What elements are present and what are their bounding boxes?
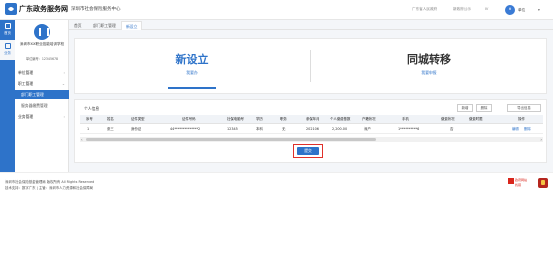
tab-new[interactable]: 新设立 [121,21,143,30]
cell-id-type: 身份证 [131,127,142,131]
cell-household: 深户 [364,127,371,131]
sidebar-item-label: 职工管理 [18,81,34,86]
sidebar-item-label: 服务器缴费管理 [21,103,48,108]
column-header: 学历 [256,117,263,121]
column-header: 证件号码 [182,117,196,121]
org-logo-icon [34,24,50,40]
sidebar-item-label: 部门职工管理 [21,92,44,97]
sidebar-item-label: 单位管理 [18,70,34,75]
home-icon [4,23,11,29]
scroll-right-icon[interactable]: › [540,137,542,142]
row-delete-link[interactable]: 删除 [524,125,531,134]
cell-phone: 1**********6 [398,127,420,131]
sidebar-item-dept-staff[interactable]: 部门职工管理 [15,90,69,99]
sidebar-item-staff[interactable]: 职工管理 ⌄ [15,79,69,88]
column-header: 参保年月 [306,117,320,121]
brand-title: 广东政务服务网 [19,5,68,13]
column-header: 手机 [402,117,409,121]
delete-button[interactable]: 删除 [476,104,492,112]
sidebar-item-label: 业务管理 [18,114,34,119]
option-transfer-subtitle[interactable]: 我要申报 [311,70,547,76]
chevron-right-icon: › [63,70,65,75]
option-transfer[interactable]: 同城转移 我要申报 [311,38,547,94]
option-new-title: 新设立 [175,53,209,66]
cell-si-number: 12345 [227,127,238,131]
horizontal-scrollbar[interactable]: ‹ › [80,137,543,142]
scroll-left-icon[interactable]: ‹ [81,137,83,142]
top-header: 广东政务服务网 深圳市社会保险服务中心 广东省人民政府 新政府公示 Ⅳ ⚬ 单位… [0,0,553,20]
cell-pay-status: 否 [450,127,454,131]
tab-dept-staff[interactable]: 部门职工管理 [89,21,120,30]
column-header: 缴费状况 [441,117,455,121]
export-button[interactable]: 导出信息 [507,104,541,112]
column-header: 证件类型 [131,117,145,121]
gov-site-badge[interactable]: 政府网站 找错 [508,178,528,190]
scroll-thumb[interactable] [86,138,376,141]
cell-name: 张三 [107,127,114,131]
chevron-down-icon[interactable]: ▾ [538,8,540,12]
column-header: 姓名 [107,117,114,121]
column-header: 操作 [518,117,525,121]
system-name: 深圳市社会保险服务中心 [71,7,121,12]
option-new[interactable]: 新设立 我要办 [74,38,310,94]
rail-item-business[interactable]: 业务 [0,40,15,60]
table-header: 序号 姓名 证件类型 证件号码 社保电脑号 学历 职务 参保年月 个人缴费基数 … [80,115,543,124]
top-link-gov[interactable]: 广东省人民政府 [412,7,437,12]
rail-label: 业务 [4,51,11,55]
org-id: 单位编号：12345678 [25,57,59,61]
column-header: 序号 [86,117,93,121]
sidebar-item-business[interactable]: 业务管理 › [15,112,69,121]
column-header: 职务 [280,117,287,121]
top-link-notice[interactable]: 新政府公示 [453,7,471,12]
cell-position: 无 [282,127,286,131]
cell-id-number: 44**************2 [170,127,201,131]
chevron-right-icon: › [63,114,65,119]
cell-month: 202106 [306,127,319,131]
police-badge-icon[interactable] [538,178,548,188]
column-header: 户籍状况 [362,117,376,121]
column-header: 社保电脑号 [227,117,244,121]
chevron-down-icon: ⌄ [61,81,65,86]
row-edit-link[interactable]: 编辑 [512,125,519,134]
add-button[interactable]: 新增 [457,104,473,112]
column-header: 缴费时限 [469,117,483,121]
footer-copyright: 深圳市社会保险基金管理局 版权所有 All Rights Reserved [5,180,95,184]
footer: 深圳市社会保险基金管理局 版权所有 All Rights Reserved 技术… [0,172,553,198]
gov-badge-line1: 政府网站 [515,178,528,182]
list-icon [4,43,11,49]
column-header: 个人缴费基数 [330,117,351,121]
option-new-subtitle[interactable]: 我要办 [74,70,310,76]
gov-badge-line2: 找错 [515,183,522,187]
rail-item-home[interactable]: 首页 [0,20,15,40]
tab-home[interactable]: 首页 [70,21,86,30]
sidebar-item-unit[interactable]: 单位管理 › [15,68,69,77]
table-row: 1 张三 身份证 44**************2 12345 本科 无 20… [80,125,543,134]
gov-badge-icon [508,178,514,184]
option-transfer-title: 同城转移 [407,53,451,66]
icon-rail: 首页 业务 [0,20,15,172]
avatar[interactable]: ⚬ [505,5,515,15]
section-title: 个人信息 [84,106,100,111]
footer-support: 技术支持：数字广东 | 主管：深圳市人力资源和社会保障局 [5,186,94,190]
submit-button[interactable]: 提交 [297,147,319,155]
sidebar: 深圳市XX职业技能培训学校 单位编号：12345678 单位管理 › 职工管理 … [15,20,69,172]
sidebar-item-payment[interactable]: 服务器缴费管理 [15,101,69,110]
top-link-version[interactable]: Ⅳ [485,7,488,11]
cell-no: 1 [87,127,90,131]
cell-education: 本科 [256,127,263,131]
tab-bar: 首页 部门职工管理 新设立 [69,20,553,30]
cell-base: 2,200.00 [332,127,348,131]
gd-logo-icon [5,3,17,15]
username[interactable]: 单位 [518,8,525,13]
org-name: 深圳市XX职业技能培训学校 [19,42,65,46]
rail-label: 首页 [4,31,11,35]
